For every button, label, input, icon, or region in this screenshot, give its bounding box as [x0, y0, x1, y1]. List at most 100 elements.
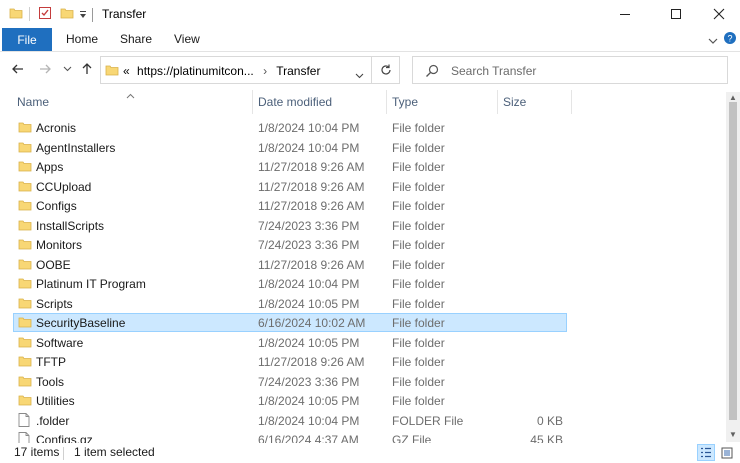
refresh-button[interactable]	[372, 56, 400, 84]
maximize-button[interactable]	[653, 0, 699, 28]
file-date: 1/8/2024 10:05 PM	[258, 335, 360, 350]
close-button[interactable]	[696, 0, 740, 28]
file-date: 1/8/2024 10:04 PM	[258, 121, 360, 135]
file-row[interactable]: CCUpload 11/27/2018 9:26 AM File folder	[0, 177, 725, 197]
address-history-icon[interactable]	[355, 68, 364, 82]
tab-file[interactable]: File	[2, 28, 52, 51]
file-name[interactable]: .folder	[36, 414, 69, 428]
breadcrumb-chevron-icon[interactable]: ›	[263, 64, 267, 78]
file-row[interactable]: Acronis 1/8/2024 10:04 PM File folder	[0, 118, 725, 138]
file-name[interactable]: SecurityBaseline	[36, 316, 125, 330]
help-icon[interactable]: ?	[723, 31, 737, 48]
address-path[interactable]: « https://platinumitcon... › Transfer	[123, 64, 320, 78]
file-icon	[18, 412, 30, 430]
title-divider	[92, 8, 93, 22]
file-row[interactable]: Utilities 1/8/2024 10:05 PM File folder	[0, 391, 725, 411]
folder-icon	[18, 354, 32, 371]
tab-view[interactable]: View	[174, 32, 200, 46]
file-date: 1/8/2024 10:05 PM	[258, 296, 360, 311]
recent-locations-icon[interactable]	[63, 66, 72, 72]
path-overflow[interactable]: «	[123, 64, 130, 78]
item-count: 17 items	[14, 445, 60, 459]
file-date: 11/27/2018 9:26 AM	[258, 160, 365, 174]
file-row[interactable]: Monitors 7/24/2023 3:36 PM File folder	[0, 235, 725, 255]
file-name[interactable]: TFTP	[36, 355, 66, 369]
forward-arrow-icon[interactable]	[38, 62, 52, 76]
scroll-up-icon[interactable]: ▲	[729, 93, 737, 102]
file-row[interactable]: Tools 7/24/2023 3:36 PM File folder	[0, 372, 725, 392]
file-row[interactable]: TFTP 11/27/2018 9:26 AM File folder	[0, 352, 725, 372]
scrollbar-thumb[interactable]	[729, 102, 737, 420]
file-name[interactable]: InstallScripts	[36, 219, 104, 233]
search-input[interactable]: Search Transfer	[412, 56, 728, 84]
folder-icon	[18, 120, 32, 137]
path-segment-transfer[interactable]: Transfer	[276, 64, 320, 78]
file-name[interactable]: Configs	[36, 199, 77, 213]
file-date: 11/27/2018 9:26 AM	[258, 199, 365, 213]
properties-icon[interactable]	[38, 6, 52, 23]
file-row[interactable]: Software 1/8/2024 10:05 PM File folder	[0, 333, 725, 353]
folder-icon	[18, 218, 32, 235]
file-date: 11/27/2018 9:26 AM	[258, 355, 365, 369]
file-row[interactable]: Platinum IT Program 1/8/2024 10:04 PM File…	[0, 274, 725, 294]
customize-quick-access-icon[interactable]	[79, 9, 87, 23]
file-name[interactable]: Platinum IT Program	[36, 277, 146, 291]
column-header-date[interactable]: Date modified	[258, 95, 332, 109]
path-segment-root[interactable]: https://platinumitcon...	[137, 64, 254, 78]
column-divider[interactable]	[571, 90, 572, 114]
folder-icon	[18, 179, 32, 196]
folder-icon	[18, 140, 32, 157]
address-bar[interactable]: « https://platinumitcon... › Transfer	[100, 56, 372, 84]
file-icon	[18, 432, 30, 443]
file-name[interactable]: Monitors	[36, 238, 82, 252]
up-arrow-icon[interactable]	[80, 62, 94, 76]
file-name[interactable]: AgentInstallers	[36, 141, 115, 155]
tab-home[interactable]: Home	[66, 32, 98, 46]
column-header-type[interactable]: Type	[392, 95, 418, 109]
expand-ribbon-icon[interactable]	[708, 34, 718, 48]
tab-share[interactable]: Share	[120, 32, 152, 46]
folder-icon	[9, 6, 23, 23]
new-folder-icon[interactable]	[60, 6, 74, 23]
file-name[interactable]: Apps	[36, 160, 63, 174]
file-type: GZ File	[392, 433, 432, 443]
file-row[interactable]: Scripts 1/8/2024 10:05 PM File folder	[0, 294, 725, 314]
details-view-button[interactable]	[697, 444, 715, 461]
file-type: File folder	[392, 277, 445, 291]
file-type: File folder	[392, 218, 445, 233]
vertical-scrollbar[interactable]: ▲ ▼	[726, 92, 740, 442]
scroll-down-icon[interactable]: ▼	[729, 430, 737, 439]
folder-icon	[18, 374, 32, 391]
file-date: 11/27/2018 9:26 AM	[258, 257, 365, 272]
file-row[interactable]: Configs 11/27/2018 9:26 AM File folder	[0, 196, 725, 216]
file-row[interactable]: .folder 1/8/2024 10:04 PM FOLDER File 0 KB	[0, 411, 725, 431]
file-name[interactable]: Scripts	[36, 297, 73, 311]
file-name[interactable]: Configs.gz	[36, 433, 93, 443]
column-header-name[interactable]: Name	[17, 95, 49, 109]
file-name[interactable]: Tools	[36, 375, 64, 389]
column-divider[interactable]	[497, 90, 498, 114]
file-name[interactable]: OOBE	[36, 258, 71, 272]
large-icons-view-button[interactable]	[718, 444, 736, 461]
svg-text:?: ?	[727, 34, 732, 44]
file-row[interactable]: Configs.gz 6/16/2024 4:37 AM GZ File 45 KB	[0, 430, 725, 443]
file-type: File folder	[392, 179, 445, 194]
minimize-button[interactable]	[602, 0, 648, 28]
column-header-size[interactable]: Size	[503, 95, 526, 109]
file-name[interactable]: Acronis	[36, 121, 76, 135]
file-row[interactable]: Apps 11/27/2018 9:26 AM File folder	[0, 157, 725, 177]
file-row[interactable]: SecurityBaseline 6/16/2024 10:02 AM File f…	[0, 313, 725, 333]
file-row[interactable]: AgentInstallers 1/8/2024 10:04 PM File fol…	[0, 138, 725, 158]
quick-access-divider	[29, 7, 30, 21]
file-name[interactable]: CCUpload	[36, 180, 91, 194]
back-arrow-icon[interactable]	[11, 62, 25, 76]
file-name[interactable]: Utilities	[36, 394, 75, 408]
column-divider[interactable]	[386, 90, 387, 114]
file-row[interactable]: OOBE 11/27/2018 9:26 AM File folder	[0, 255, 725, 275]
file-row[interactable]: InstallScripts 7/24/2023 3:36 PM File fold…	[0, 216, 725, 236]
file-size: 45 KB	[530, 433, 563, 443]
column-divider[interactable]	[252, 90, 253, 114]
file-name[interactable]: Software	[36, 336, 83, 350]
file-date: 7/24/2023 3:36 PM	[258, 238, 360, 252]
file-type: File folder	[392, 394, 445, 408]
